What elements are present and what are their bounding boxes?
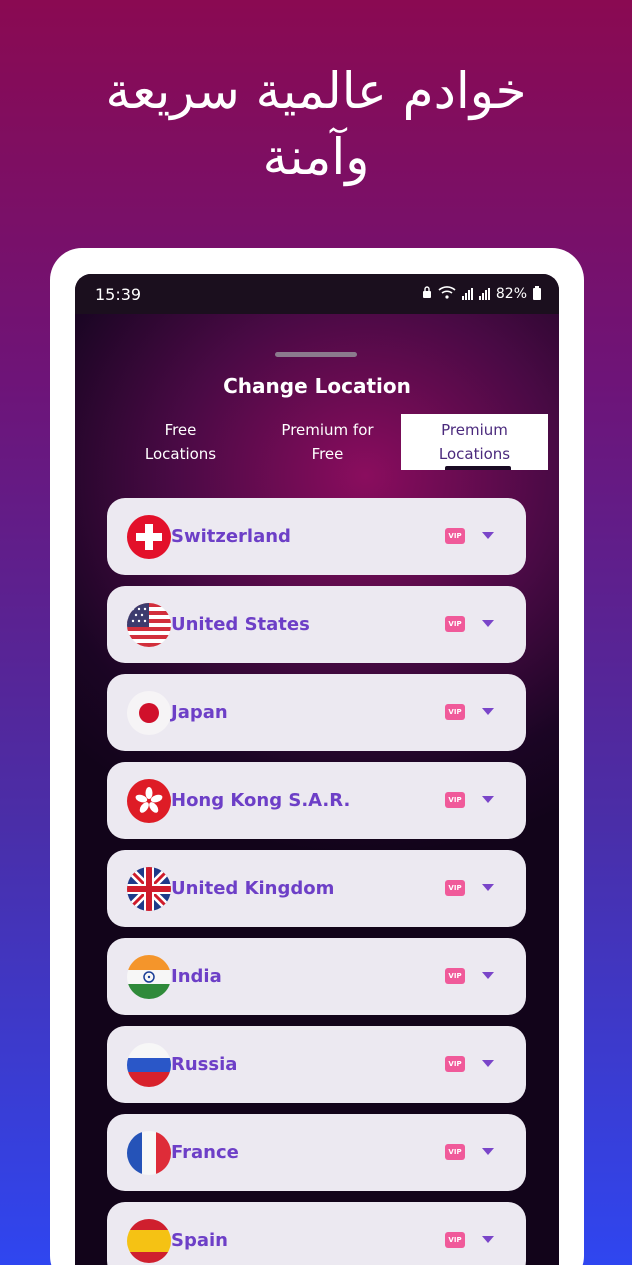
location-name: Spain <box>171 1230 228 1251</box>
location-row-united-kingdom[interactable]: United Kingdom VIP <box>107 850 526 927</box>
united-kingdom-flag-icon <box>127 866 171 911</box>
russia-flag-icon <box>127 1042 171 1087</box>
location-name: Hong Kong S.A.R. <box>171 790 351 811</box>
chevron-down-icon[interactable] <box>482 972 494 979</box>
tab-free-locations[interactable]: Free Locations <box>107 414 254 470</box>
location-row-spain[interactable]: Spain VIP <box>107 1202 526 1265</box>
vip-badge: VIP <box>445 704 465 720</box>
status-icons: 82% <box>422 285 541 303</box>
hong-kong-flag-icon <box>127 778 171 823</box>
location-name: Switzerland <box>171 526 291 547</box>
chevron-down-icon[interactable] <box>482 708 494 715</box>
location-row-united-states[interactable]: United States VIP <box>107 586 526 663</box>
tab-label-line2: Locations <box>438 445 511 463</box>
promo-headline: خوادم عالمية سريعة وآمنة <box>0 58 632 190</box>
tab-label-line1: Premium for <box>281 421 374 439</box>
united-states-flag-icon <box>127 602 171 647</box>
status-time: 15:39 <box>95 284 142 304</box>
tab-label-line2: Locations <box>144 445 217 463</box>
location-name: Russia <box>171 1054 238 1075</box>
vpn-key-icon <box>422 285 432 303</box>
location-list: Switzerland VIP United States VIP Japan … <box>107 498 526 1265</box>
vip-badge: VIP <box>445 1144 465 1160</box>
chevron-down-icon[interactable] <box>482 532 494 539</box>
india-flag-icon <box>127 954 171 999</box>
sheet-drag-handle[interactable] <box>275 352 357 357</box>
location-name: Japan <box>171 702 228 723</box>
location-row-india[interactable]: India VIP <box>107 938 526 1015</box>
battery-icon <box>533 286 541 300</box>
location-name: India <box>171 966 222 987</box>
japan-flag-icon <box>127 690 171 735</box>
spain-flag-icon <box>127 1218 171 1263</box>
chevron-down-icon[interactable] <box>482 1236 494 1243</box>
phone-screen: 15:39 82% Change Location Free Locations… <box>75 274 559 1265</box>
vip-badge: VIP <box>445 792 465 808</box>
location-name: France <box>171 1142 239 1163</box>
location-tabs: Free Locations Premium for Free Premium … <box>107 414 548 470</box>
sheet-title: Change Location <box>223 374 411 398</box>
chevron-down-icon[interactable] <box>482 620 494 627</box>
vip-badge: VIP <box>445 528 465 544</box>
vip-badge: VIP <box>445 616 465 632</box>
location-row-japan[interactable]: Japan VIP <box>107 674 526 751</box>
location-row-switzerland[interactable]: Switzerland VIP <box>107 498 526 575</box>
chevron-down-icon[interactable] <box>482 884 494 891</box>
location-name: United Kingdom <box>171 878 335 899</box>
signal-icon <box>461 288 473 300</box>
vip-badge: VIP <box>445 968 465 984</box>
battery-level: 82% <box>495 286 527 302</box>
vip-badge: VIP <box>445 1056 465 1072</box>
tab-premium-locations[interactable]: Premium Locations <box>401 414 548 470</box>
chevron-down-icon[interactable] <box>482 1060 494 1067</box>
switzerland-flag-icon <box>127 514 171 559</box>
chevron-down-icon[interactable] <box>482 1148 494 1155</box>
france-flag-icon <box>127 1130 171 1175</box>
tab-premium-for-free[interactable]: Premium for Free <box>254 414 401 470</box>
tab-label-line1: Free <box>164 421 197 439</box>
signal-icon <box>478 288 490 300</box>
chevron-down-icon[interactable] <box>482 796 494 803</box>
status-bar: 15:39 82% <box>75 274 559 314</box>
location-row-russia[interactable]: Russia VIP <box>107 1026 526 1103</box>
tab-label-line2: Free <box>311 445 344 463</box>
location-name: United States <box>171 614 310 635</box>
location-row-hong-kong[interactable]: Hong Kong S.A.R. VIP <box>107 762 526 839</box>
wifi-icon <box>438 285 456 303</box>
location-row-france[interactable]: France VIP <box>107 1114 526 1191</box>
vip-badge: VIP <box>445 880 465 896</box>
vip-badge: VIP <box>445 1232 465 1248</box>
tab-label-line1: Premium <box>441 421 508 439</box>
promo-headline-line2: وآمنة <box>262 128 370 186</box>
promo-headline-line1: خوادم عالمية سريعة <box>105 62 527 120</box>
